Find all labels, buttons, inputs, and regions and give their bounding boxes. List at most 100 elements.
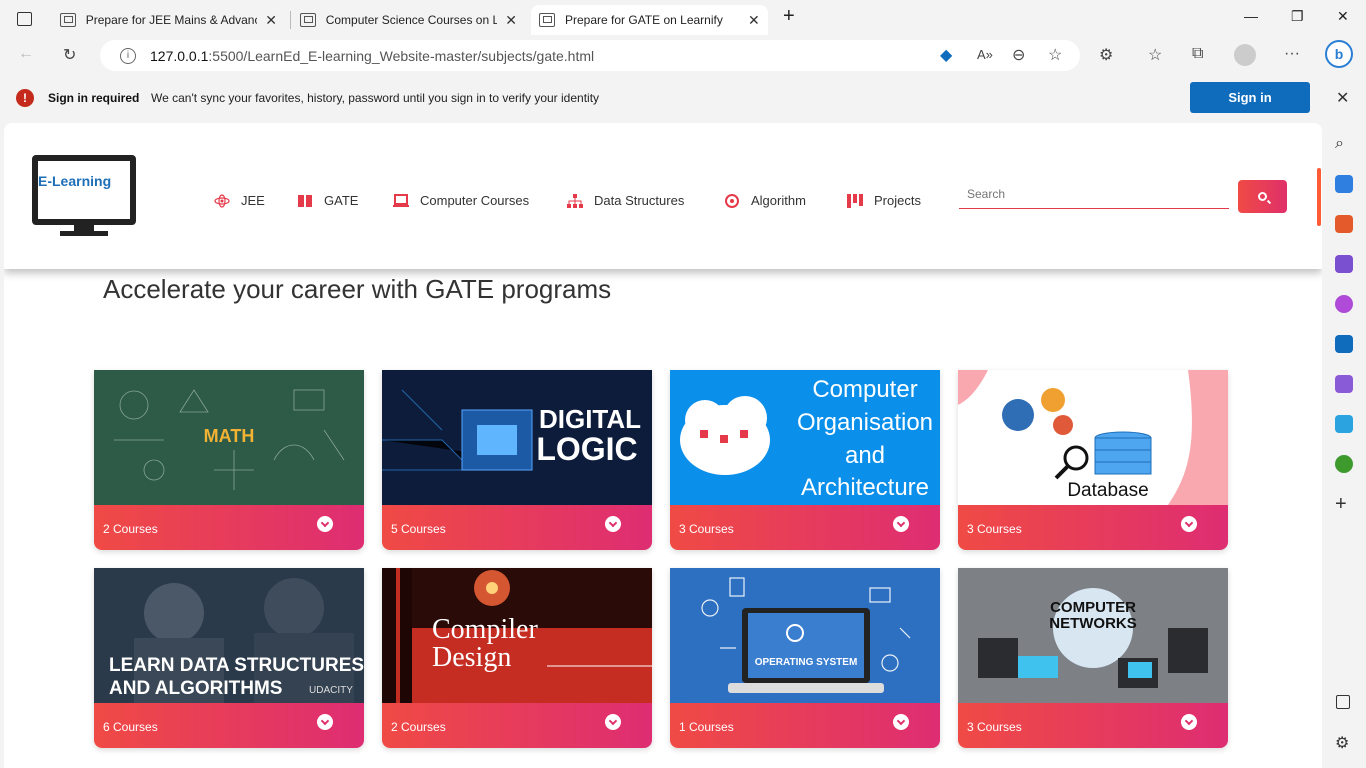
- designer-icon[interactable]: [1335, 375, 1353, 393]
- card-footer: 6 Courses: [94, 703, 364, 748]
- chevron-down-icon[interactable]: [317, 516, 333, 532]
- card-art-text: OPERATING SYSTEM: [755, 657, 858, 668]
- minimize-icon[interactable]: —: [1244, 8, 1258, 24]
- card-footer: 3 Courses: [958, 703, 1228, 748]
- url-host: 127.0.0.1: [150, 47, 209, 64]
- sign-in-button[interactable]: Sign in: [1190, 82, 1310, 113]
- card-footer: 2 Courses: [94, 505, 364, 550]
- sitemap-icon: [567, 193, 583, 208]
- tab-actions-icon[interactable]: [17, 12, 32, 26]
- course-card-computer-networks[interactable]: COMPUTER NETWORKS 3 Courses: [958, 568, 1228, 748]
- nav-projects[interactable]: Projects: [847, 193, 921, 208]
- card-image: LEARN DATA STRUCTURES AND ALGORITHMS UDACI…: [94, 568, 364, 703]
- card-art-text: DIGITAL: [539, 404, 641, 434]
- nav-gate[interactable]: GATE: [297, 193, 358, 208]
- laptop-icon: [393, 193, 409, 208]
- atom-icon: [214, 193, 230, 208]
- url-path: :5500/LearnEd_E-learning_Website-master/…: [208, 47, 595, 64]
- close-tab-icon[interactable]: ✕: [505, 12, 517, 29]
- address-toolbar: ← ↻ i 127.0.0.1 :5500/LearnEd_E-learning…: [0, 40, 1366, 72]
- restore-icon[interactable]: ❐: [1291, 8, 1304, 25]
- nav-label: Data Structures: [594, 193, 685, 208]
- nav-computer-courses[interactable]: Computer Courses: [393, 193, 529, 208]
- course-card-database[interactable]: Database 3 Courses: [958, 370, 1228, 550]
- add-favorite-icon[interactable]: ☆: [1048, 45, 1062, 65]
- chevron-down-icon[interactable]: [605, 714, 621, 730]
- close-window-icon[interactable]: ✕: [1337, 8, 1349, 25]
- chevron-down-icon[interactable]: [1181, 516, 1197, 532]
- copilot-sidebar-icon[interactable]: [1335, 295, 1353, 313]
- nav-label: JEE: [241, 193, 265, 208]
- close-tab-icon[interactable]: ✕: [265, 12, 277, 29]
- sync-notification-bar: ! Sign in required We can't sync your fa…: [0, 80, 1366, 116]
- settings-gear-icon[interactable]: ⚙: [1335, 733, 1349, 753]
- tools-icon[interactable]: [1335, 215, 1353, 233]
- card-footer: 1 Courses: [670, 703, 940, 748]
- course-count: 2 Courses: [391, 720, 446, 734]
- refresh-icon[interactable]: ↻: [63, 45, 76, 65]
- tab-jee[interactable]: Prepare for JEE Mains & Advance ✕: [52, 5, 285, 35]
- new-tab-icon[interactable]: +: [783, 5, 795, 28]
- search-icon[interactable]: ⌕: [1335, 135, 1344, 153]
- close-tab-icon[interactable]: ✕: [748, 12, 760, 29]
- outlook-icon[interactable]: [1335, 335, 1353, 353]
- chevron-down-icon[interactable]: [893, 714, 909, 730]
- course-card-computer-organisation[interactable]: Computer Organisation and Architecture 3 Co…: [670, 370, 940, 550]
- profile-avatar[interactable]: [1234, 44, 1256, 66]
- chevron-down-icon[interactable]: [1181, 714, 1197, 730]
- tree-icon[interactable]: [1335, 455, 1353, 473]
- chevron-down-icon[interactable]: [893, 516, 909, 532]
- page-favicon-icon: [539, 13, 555, 27]
- card-art-text: MATH: [204, 426, 255, 446]
- sidebar-toggle-icon[interactable]: [1336, 695, 1350, 709]
- tab-title: Prepare for GATE on Learnify: [565, 13, 723, 27]
- favorites-icon[interactable]: ☆: [1148, 45, 1162, 65]
- sync-title: Sign in required: [48, 91, 140, 105]
- course-count: 6 Courses: [103, 720, 158, 734]
- card-image: COMPUTER NETWORKS: [958, 568, 1228, 703]
- shopping-icon[interactable]: [1335, 175, 1353, 193]
- search-button[interactable]: [1238, 180, 1287, 213]
- extensions-icon[interactable]: ⚙: [1099, 45, 1113, 65]
- copilot-icon[interactable]: b: [1325, 40, 1353, 68]
- add-icon[interactable]: +: [1335, 493, 1347, 516]
- nav-label: Computer Courses: [420, 193, 530, 208]
- scrollbar-thumb[interactable]: [1317, 168, 1321, 226]
- search-field[interactable]: [959, 181, 1229, 209]
- more-options-icon[interactable]: ···: [1284, 45, 1300, 63]
- course-count: 3 Courses: [679, 522, 734, 536]
- search-input[interactable]: [967, 187, 1221, 201]
- tab-bar: Prepare for JEE Mains & Advance ✕ Comput…: [0, 0, 1366, 40]
- close-sync-bar-icon[interactable]: ✕: [1336, 88, 1349, 108]
- read-aloud-icon[interactable]: A»: [977, 47, 993, 62]
- games-icon[interactable]: [1335, 255, 1353, 273]
- card-art-text-3: and: [845, 442, 885, 469]
- nav-data-structures[interactable]: Data Structures: [567, 193, 684, 208]
- course-card-digital-logic[interactable]: DIGITAL LOGIC 5 Courses: [382, 370, 652, 550]
- tab-title: Prepare for JEE Mains & Advance: [85, 13, 258, 27]
- site-info-icon[interactable]: i: [120, 47, 136, 64]
- address-bar[interactable]: i 127.0.0.1 :5500/LearnEd_E-learning_Web…: [100, 40, 1080, 71]
- back-icon[interactable]: ←: [18, 45, 34, 63]
- tag-icon[interactable]: ◆: [940, 45, 952, 65]
- nav-label: Algorithm: [751, 193, 806, 208]
- site-logo[interactable]: E-Learning: [30, 153, 138, 239]
- chevron-down-icon[interactable]: [317, 714, 333, 730]
- course-card-compiler-design[interactable]: Compiler Design 2 Courses: [382, 568, 652, 748]
- course-card-data-structures[interactable]: LEARN DATA STRUCTURES AND ALGORITHMS UDACI…: [94, 568, 364, 748]
- nav-algorithm[interactable]: Algorithm: [724, 193, 806, 208]
- card-art-text-2: Design: [432, 642, 511, 673]
- card-image: Compiler Design: [382, 568, 652, 703]
- chevron-down-icon[interactable]: [605, 516, 621, 532]
- nav-jee[interactable]: JEE: [214, 193, 265, 208]
- tab-gate[interactable]: Prepare for GATE on Learnify ✕: [531, 5, 768, 35]
- send-icon[interactable]: [1335, 415, 1353, 433]
- card-image: MATH: [94, 370, 364, 505]
- course-card-operating-system[interactable]: OPERATING SYSTEM 1 Courses: [670, 568, 940, 748]
- collections-icon[interactable]: ⧉: [1192, 45, 1203, 63]
- course-card-math[interactable]: MATH 2 Courses: [94, 370, 364, 550]
- course-count: 3 Courses: [967, 522, 1022, 536]
- zoom-out-icon[interactable]: ⊖: [1012, 45, 1025, 65]
- tab-computer-science[interactable]: Computer Science Courses on Le ✕: [292, 5, 525, 35]
- card-art-text: Compiler: [432, 614, 538, 645]
